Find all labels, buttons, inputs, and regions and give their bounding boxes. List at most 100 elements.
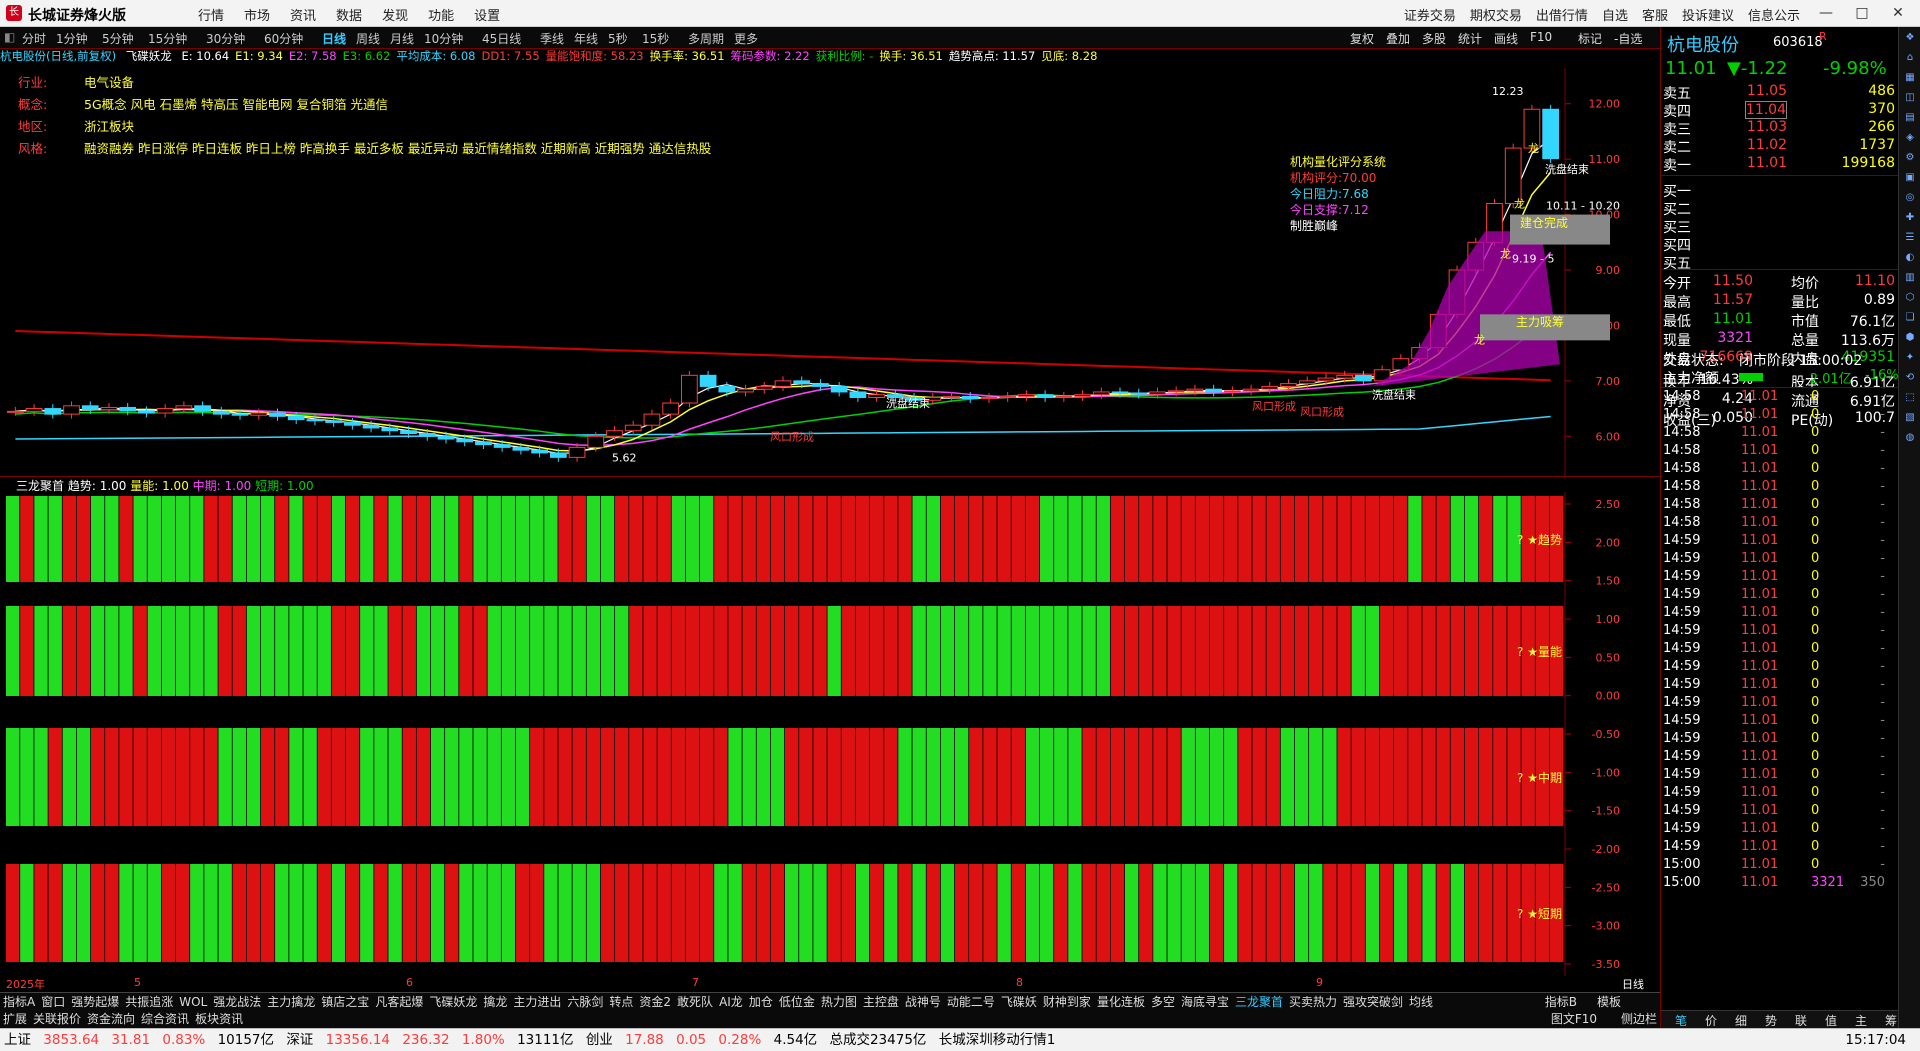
extension-tab[interactable]: 板块资讯 [195,1012,243,1026]
tool-icon[interactable]: ◎ [1900,189,1920,207]
indicator-tab[interactable]: 六脉剑 [567,995,603,1009]
indicator-tab[interactable]: 动能二号 [947,995,995,1009]
tool-icon[interactable]: ◐ [1900,249,1920,267]
extension-tab[interactable]: 综合资讯 [141,1012,189,1026]
bid-row[interactable]: 买四 [1661,235,1899,254]
indicator-tab[interactable]: 主力擒龙 [267,995,315,1009]
tool-icon[interactable]: ⬚ [1900,389,1920,407]
period-9[interactable]: 10分钟 [424,30,463,47]
indicator-tab[interactable]: 均线 [1409,995,1433,1009]
period-5[interactable]: 60分钟 [264,30,303,47]
toolbar-right-4[interactable]: 画线 [1494,30,1518,47]
indicator-tab-right[interactable]: 模板 [1597,993,1621,1011]
ask-row[interactable]: 卖四 11.04 370 [1661,101,1899,120]
indicator-tab[interactable]: 量化连板 [1097,995,1145,1009]
indicator-tab[interactable]: 强龙战法 [213,995,261,1009]
indicator-tab[interactable]: 强势起爆 [71,995,119,1009]
quote-tab[interactable]: 笔 [1675,1012,1687,1029]
right-menu-item-3[interactable]: 自选 [1602,9,1628,24]
tool-icon[interactable]: ⌂ [1900,49,1920,67]
period-13[interactable]: 5秒 [608,30,628,47]
quote-tab[interactable]: 联 [1795,1012,1807,1029]
period-1[interactable]: 1分钟 [56,30,88,47]
close-icon[interactable]: ✕ [1884,3,1912,23]
quote-tab[interactable]: 势 [1765,1012,1777,1029]
indicator-tab[interactable]: 加仓 [749,995,773,1009]
indicator-tab[interactable]: 海底寻宝 [1181,995,1229,1009]
tool-icon[interactable]: ⚙ [1900,149,1920,167]
indicator-tab[interactable]: 主控盘 [863,995,899,1009]
extension-tab[interactable]: 扩展 [3,1012,27,1026]
tool-icon[interactable]: ❏ [1900,309,1920,327]
quote-tab[interactable]: 主 [1855,1012,1867,1029]
ask-row[interactable]: 卖五 11.05 486 [1661,83,1899,102]
indicator-tab[interactable]: 指标A [3,995,35,1009]
right-menu-item-4[interactable]: 客服 [1642,9,1668,24]
indicator-chart[interactable]: ? ★趋势 ? ★量能 ? ★中期 ? ★短期 2.50 2.00 1.50 1.00 0.50… [0,492,1658,976]
tool-icon[interactable]: ☰ [1900,229,1920,247]
collapse-icon[interactable]: ◧ [4,30,15,44]
indicator-tab[interactable]: 飞碟妖龙 [429,995,477,1009]
indicator-tab[interactable]: 资金2 [639,995,671,1009]
menu-item-2[interactable]: 资讯 [290,9,316,24]
indicator-tab[interactable]: 擒龙 [483,995,507,1009]
indicator-tab[interactable]: 飞碟妖 [1001,995,1037,1009]
right-menu-item-0[interactable]: 证券交易 [1404,9,1456,24]
period-4[interactable]: 30分钟 [206,30,245,47]
quote-tab[interactable]: 值 [1825,1012,1837,1029]
toolbar-right-0[interactable]: 复权 [1350,30,1374,47]
indicator-tab[interactable]: 财神到家 [1043,995,1091,1009]
indicator-tab[interactable]: 热力图 [821,995,857,1009]
indicator-tab[interactable]: 低位金 [779,995,815,1009]
menu-item-0[interactable]: 行情 [198,9,224,24]
period-11[interactable]: 季线 [540,30,564,47]
indicator-tab-right[interactable]: 指标B [1545,993,1577,1011]
indicator-tab[interactable]: 转点 [609,995,633,1009]
quote-tab[interactable]: 价 [1705,1012,1717,1029]
period-6[interactable]: 日线 [322,30,346,47]
indicator-tab[interactable]: 主力进出 [513,995,561,1009]
maximize-icon[interactable]: □ [1848,3,1876,23]
tool-icon[interactable]: ⬢ [1900,329,1920,347]
period-8[interactable]: 月线 [390,30,414,47]
toolbar-right-2[interactable]: 多股 [1422,30,1446,47]
tool-icon[interactable]: ▣ [1900,169,1920,187]
tool-icon[interactable]: ◍ [1900,429,1920,447]
toolbar-right-1[interactable]: 叠加 [1386,30,1410,47]
toolbar-right-5[interactable]: F10 [1530,30,1552,44]
right-menu-item-2[interactable]: 出借行情 [1536,9,1588,24]
period-10[interactable]: 45日线 [482,30,521,47]
minimize-icon[interactable]: — [1812,3,1840,23]
toolbar-right-6[interactable]: 标记 [1578,30,1602,47]
menu-item-3[interactable]: 数据 [336,9,362,24]
tool-icon[interactable]: ✦ [1900,349,1920,367]
ask-row[interactable]: 卖一 11.01 199168 [1661,155,1899,174]
tool-icon[interactable]: ▤ [1900,109,1920,127]
period-16[interactable]: 更多 [734,30,758,47]
menu-item-5[interactable]: 功能 [428,9,454,24]
indicator-tab[interactable]: 镇店之宝 [321,995,369,1009]
indicator-tab[interactable]: 窗口 [41,995,65,1009]
period-15[interactable]: 多周期 [688,30,724,47]
right-menu-item-6[interactable]: 信息公示 [1748,9,1800,24]
tool-icon[interactable]: ⬡ [1900,289,1920,307]
extension-tab-right[interactable]: 图文F10 [1551,1010,1597,1028]
menu-item-4[interactable]: 发现 [382,9,408,24]
period-7[interactable]: 周线 [356,30,380,47]
extension-tab[interactable]: 资金流向 [87,1012,135,1026]
indicator-tab[interactable]: 敢死队 [677,995,713,1009]
bid-row[interactable]: 买三 [1661,217,1899,236]
indicator-tab[interactable]: 强攻突破剑 [1343,995,1403,1009]
right-menu-item-1[interactable]: 期权交易 [1470,9,1522,24]
tool-icon[interactable]: ◈ [1900,129,1920,147]
tool-icon[interactable]: ▧ [1900,409,1920,427]
ask-row[interactable]: 卖二 11.02 1737 [1661,137,1899,156]
bid-row[interactable]: 买二 [1661,199,1899,218]
tool-icon[interactable]: ▥ [1900,269,1920,287]
period-14[interactable]: 15秒 [642,30,669,47]
toolbar-right-7[interactable]: -自选 [1614,30,1642,47]
tool-icon[interactable]: ❖ [1900,29,1920,47]
indicator-tab[interactable]: 战神号 [905,995,941,1009]
quote-tab[interactable]: 细 [1735,1012,1747,1029]
stock-name[interactable]: 杭电股份 [1667,31,1739,57]
